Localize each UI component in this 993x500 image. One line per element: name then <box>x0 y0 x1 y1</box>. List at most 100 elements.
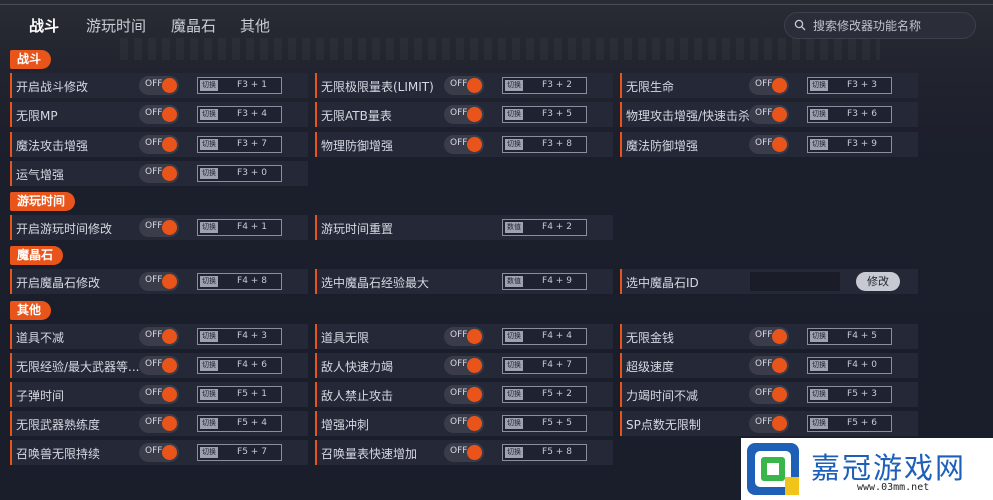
search-box[interactable] <box>784 12 976 39</box>
cheat-label: 无限生命 <box>626 80 675 94</box>
hotkey-combo: F4 + 5 <box>847 331 877 341</box>
off-toggle[interactable]: OFF <box>749 327 789 346</box>
off-toggle[interactable]: OFF <box>139 272 179 291</box>
hotkey-field[interactable]: 切换 F3 + 9 <box>807 136 892 153</box>
off-toggle[interactable]: OFF <box>444 356 484 375</box>
cheat-label: 无限金钱 <box>626 331 675 345</box>
hotkey-field[interactable]: 切换 F4 + 8 <box>197 273 282 290</box>
off-toggle[interactable]: OFF <box>444 327 484 346</box>
off-toggle[interactable]: OFF <box>139 356 179 375</box>
hotkey-combo: F4 + 0 <box>847 360 877 370</box>
cheat-row: 开启战斗修改 OFF 切换 F3 + 1 <box>10 73 308 98</box>
hotkey-field[interactable]: 切换 F5 + 4 <box>197 415 282 432</box>
cheat-label: 物理防御增强 <box>321 139 394 153</box>
off-toggle[interactable]: OFF <box>139 385 179 404</box>
cheat-label: 选中魔晶石经验最大 <box>321 276 430 290</box>
hotkey-field[interactable]: 切换 F3 + 8 <box>502 136 587 153</box>
off-toggle[interactable]: OFF <box>444 105 484 124</box>
hotkey-field[interactable]: 切换 F3 + 5 <box>502 106 587 123</box>
edit-button[interactable]: 修改 <box>856 272 900 291</box>
hotkey-field[interactable]: 切换 F4 + 3 <box>197 328 282 345</box>
off-toggle[interactable]: OFF <box>749 76 789 95</box>
toggle-knob <box>467 329 482 344</box>
search-input[interactable] <box>813 17 969 35</box>
off-toggle[interactable]: OFF <box>749 356 789 375</box>
hotkey-field[interactable]: 切换 F4 + 7 <box>502 357 587 374</box>
cheat-label: 无限MP <box>16 109 58 123</box>
hotkey-badge: 切换 <box>200 360 218 371</box>
cheat-label: 魔法防御增强 <box>626 139 699 153</box>
off-toggle[interactable]: OFF <box>139 164 179 183</box>
off-toggle[interactable]: OFF <box>444 76 484 95</box>
tab-battle[interactable]: 战斗 <box>29 15 59 36</box>
toggle-knob <box>162 416 177 431</box>
tab-playtime[interactable]: 游玩时间 <box>86 15 146 36</box>
hotkey-combo: F3 + 7 <box>237 139 267 149</box>
hotkey-field[interactable]: 切换 F5 + 8 <box>502 444 587 461</box>
off-toggle[interactable]: OFF <box>749 414 789 433</box>
hotkey-badge: 切换 <box>810 80 828 91</box>
tab-materia[interactable]: 魔晶石 <box>171 15 216 36</box>
hotkey-field[interactable]: 切换 F4 + 6 <box>197 357 282 374</box>
hotkey-combo: F3 + 5 <box>542 109 572 119</box>
hotkey-badge: 切换 <box>810 139 828 150</box>
hotkey-badge: 切换 <box>200 331 218 342</box>
hotkey-badge: 切换 <box>200 222 218 233</box>
hotkey-field[interactable]: 数值 F4 + 2 <box>502 219 587 236</box>
off-toggle[interactable]: OFF <box>139 105 179 124</box>
hotkey-combo: F3 + 4 <box>237 109 267 119</box>
hotkey-field[interactable]: 切换 F5 + 6 <box>807 415 892 432</box>
hotkey-combo: F3 + 8 <box>542 139 572 149</box>
off-toggle[interactable]: OFF <box>444 414 484 433</box>
toggle-knob <box>467 107 482 122</box>
cheat-label: 超级速度 <box>626 360 675 374</box>
cheat-label: 选中魔晶石ID <box>626 276 699 290</box>
cheat-row: 道具不减 OFF 切换 F4 + 3 <box>10 324 308 349</box>
off-toggle[interactable]: OFF <box>749 135 789 154</box>
tab-other[interactable]: 其他 <box>240 15 270 36</box>
off-toggle[interactable]: OFF <box>749 385 789 404</box>
off-toggle[interactable]: OFF <box>139 327 179 346</box>
hotkey-field[interactable]: 切换 F3 + 1 <box>197 77 282 94</box>
hotkey-field[interactable]: 切换 F3 + 7 <box>197 136 282 153</box>
off-toggle[interactable]: OFF <box>444 135 484 154</box>
off-toggle[interactable]: OFF <box>139 135 179 154</box>
off-toggle[interactable]: OFF <box>139 218 179 237</box>
hotkey-field[interactable]: 切换 F5 + 3 <box>807 386 892 403</box>
hotkey-field[interactable]: 切换 F5 + 1 <box>197 386 282 403</box>
off-toggle[interactable]: OFF <box>139 76 179 95</box>
hotkey-combo: F5 + 6 <box>847 418 877 428</box>
hotkey-field[interactable]: 切换 F4 + 5 <box>807 328 892 345</box>
off-toggle[interactable]: OFF <box>749 105 789 124</box>
hotkey-field[interactable]: 切换 F3 + 4 <box>197 106 282 123</box>
cheat-label: 召唤兽无限持续 <box>16 447 101 461</box>
hotkey-field[interactable]: 切换 F5 + 2 <box>502 386 587 403</box>
toggle-knob <box>467 137 482 152</box>
toggle-knob <box>772 358 787 373</box>
cheat-row: 无限金钱 OFF 切换 F4 + 5 <box>620 324 918 349</box>
hotkey-combo: F3 + 9 <box>847 139 877 149</box>
materia-id-input[interactable] <box>750 272 840 291</box>
cheat-row: 物理防御增强 OFF 切换 F3 + 8 <box>315 132 613 157</box>
hotkey-badge: 切换 <box>505 109 523 120</box>
hotkey-field[interactable]: 切换 F3 + 2 <box>502 77 587 94</box>
off-toggle[interactable]: OFF <box>444 385 484 404</box>
toggle-label: OFF <box>145 359 163 369</box>
hotkey-field[interactable]: 数值 F4 + 9 <box>502 273 587 290</box>
off-toggle[interactable]: OFF <box>444 443 484 462</box>
hotkey-field[interactable]: 切换 F4 + 1 <box>197 219 282 236</box>
hotkey-badge: 切换 <box>505 80 523 91</box>
hotkey-field[interactable]: 切换 F4 + 4 <box>502 328 587 345</box>
hotkey-field[interactable]: 切换 F5 + 5 <box>502 415 587 432</box>
cheat-label: 无限极限量表(LIMIT) <box>321 80 434 94</box>
off-toggle[interactable]: OFF <box>139 414 179 433</box>
off-toggle[interactable]: OFF <box>139 443 179 462</box>
cheat-row: 无限MP OFF 切换 F3 + 4 <box>10 102 308 127</box>
hotkey-field[interactable]: 切换 F5 + 7 <box>197 444 282 461</box>
hotkey-field[interactable]: 切换 F4 + 0 <box>807 357 892 374</box>
hotkey-field[interactable]: 切换 F3 + 3 <box>807 77 892 94</box>
cheat-row: 无限ATB量表 OFF 切换 F3 + 5 <box>315 102 613 127</box>
hotkey-field[interactable]: 切换 F3 + 0 <box>197 165 282 182</box>
cheat-row: 选中魔晶石ID 修改 <box>620 269 918 294</box>
hotkey-field[interactable]: 切换 F3 + 6 <box>807 106 892 123</box>
